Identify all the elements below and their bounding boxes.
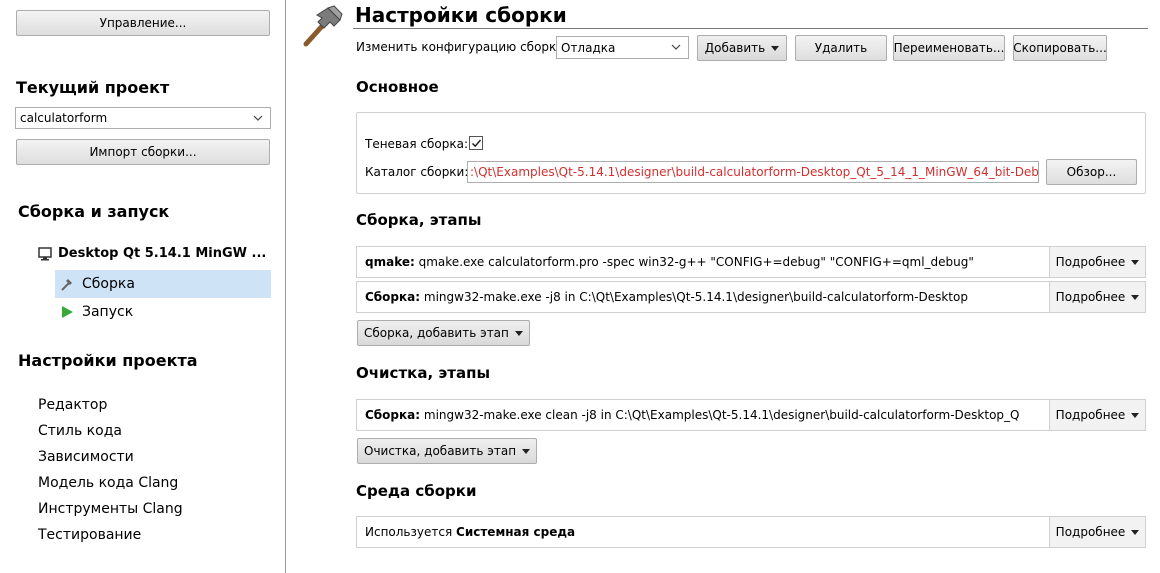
chevron-down-icon [253,115,263,121]
dropdown-arrow-icon [522,448,531,454]
details-label: Подробнее [1055,408,1126,422]
build-dir-label: Каталог сборки: [365,165,469,179]
step-command: mingw32-make.exe -j8 in C:\Qt\Examples\Q… [423,290,968,304]
details-label: Подробнее [1055,525,1126,539]
step-name: Сборка: [365,290,421,304]
step-command: qmake.exe calculatorform.pro -spec win32… [418,255,974,269]
add-clean-step-button[interactable]: Очистка, добавить этап [357,438,538,464]
chevron-down-icon [671,44,681,50]
step-command: mingw32-make.exe clean -j8 in C:\Qt\Exam… [423,408,1020,422]
add-build-step-button[interactable]: Сборка, добавить этап [357,320,530,346]
shadow-build-checkbox[interactable] [469,136,483,150]
add-build-step-label: Сборка, добавить этап [364,326,509,340]
sidebar-item-dependencies[interactable]: Зависимости [38,449,134,465]
details-label: Подробнее [1055,290,1126,304]
build-config-value: Отладка [561,40,616,55]
build-run-heading: Сборка и запуск [18,202,170,221]
shadow-build-label: Теневая сборка: [365,137,469,151]
sidebar: Управление... Текущий проект calculatorf… [0,0,285,573]
panel-divider [285,0,286,573]
sidebar-item-editor[interactable]: Редактор [38,397,107,413]
kit-item[interactable]: Desktop Qt 5.14.1 MinGW ... [38,246,266,261]
hammer-icon [303,5,343,47]
general-heading: Основное [356,78,439,96]
step-name: Сборка: [365,408,421,422]
checkmark-icon [471,139,482,148]
dropdown-arrow-icon [514,330,523,336]
import-build-button[interactable]: Импорт сборки... [16,139,270,165]
env-name: Системная среда [456,525,576,539]
dropdown-arrow-icon [1131,294,1140,300]
title-divider [353,28,1148,29]
rename-config-button[interactable]: Переименовать... [893,35,1005,61]
dropdown-arrow-icon [1131,412,1140,418]
project-combo-value: calculatorform [20,111,108,125]
details-button[interactable]: Подробнее [1049,247,1145,277]
env-uses-label: Используется [365,525,453,539]
dropdown-arrow-icon [1131,259,1140,265]
sidebar-item-run[interactable]: Запуск [55,298,271,326]
add-clean-step-label: Очистка, добавить этап [364,444,517,458]
sidebar-item-testing[interactable]: Тестирование [38,527,141,543]
build-env-text: Используется Системная среда [357,525,1049,539]
monitor-icon [38,246,52,260]
sidebar-item-clang-tools[interactable]: Инструменты Clang [38,501,183,517]
kit-name: Desktop Qt 5.14.1 MinGW ... [58,246,267,261]
run-icon [62,306,73,318]
manage-button[interactable]: Управление... [16,10,270,36]
dropdown-arrow-icon [1131,529,1140,535]
build-config-select[interactable]: Отладка [556,36,689,59]
clone-config-button[interactable]: Скопировать... [1013,35,1107,61]
details-button[interactable]: Подробнее [1049,282,1145,312]
remove-config-button[interactable]: Удалить [795,35,887,61]
project-settings-heading: Настройки проекта [18,351,198,370]
sidebar-item-label: Сборка [82,276,135,292]
sidebar-item-code-style[interactable]: Стиль кода [38,423,122,439]
step-name: qmake: [365,255,415,269]
sidebar-item-label: Запуск [82,304,134,320]
clean-step-text: Сборка: mingw32-make.exe clean -j8 in C:… [357,408,1049,422]
details-label: Подробнее [1055,255,1126,269]
build-step-make[interactable]: Сборка: mingw32-make.exe -j8 in C:\Qt\Ex… [356,281,1146,313]
build-step-text: Сборка: mingw32-make.exe -j8 in C:\Qt\Ex… [357,290,1049,304]
build-env-row[interactable]: Используется Системная среда Подробнее [356,516,1146,548]
add-config-label: Добавить [704,41,766,55]
page-title: Настройки сборки [355,3,567,27]
hammer-icon [61,279,72,291]
current-project-heading: Текущий проект [16,78,170,97]
build-dir-value: :\Qt\Examples\Qt-5.14.1\designer\build-c… [470,165,1039,179]
sidebar-item-build[interactable]: Сборка [55,270,271,298]
add-config-button[interactable]: Добавить [697,35,787,61]
clean-step-make[interactable]: Сборка: mingw32-make.exe clean -j8 in C:… [356,399,1146,431]
dropdown-arrow-icon [771,45,780,51]
browse-button[interactable]: Обзор... [1046,159,1137,185]
sidebar-item-clang-code-model[interactable]: Модель кода Clang [38,475,178,491]
edit-config-label: Изменить конфигурацию сборки: [356,40,569,54]
build-dir-input[interactable]: :\Qt\Examples\Qt-5.14.1\designer\build-c… [467,161,1039,183]
project-combo[interactable]: calculatorform [15,107,271,129]
build-step-text: qmake: qmake.exe calculatorform.pro -spe… [357,255,1049,269]
build-step-qmake[interactable]: qmake: qmake.exe calculatorform.pro -spe… [356,246,1146,278]
clean-steps-heading: Очистка, этапы [356,364,491,382]
build-env-heading: Среда сборки [356,482,477,500]
details-button[interactable]: Подробнее [1049,400,1145,430]
build-steps-heading: Сборка, этапы [356,211,482,229]
details-button[interactable]: Подробнее [1049,517,1145,547]
